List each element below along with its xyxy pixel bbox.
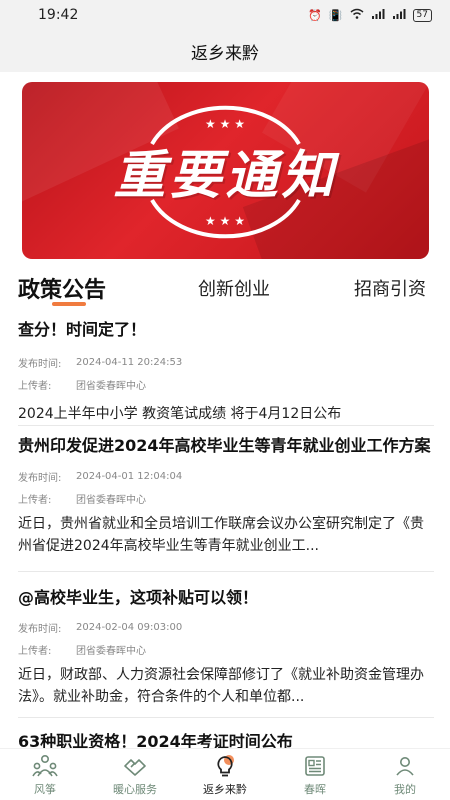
page-title: 返乡来黔 bbox=[191, 43, 259, 64]
nav-label: 暖心服务 bbox=[113, 782, 157, 796]
banner-stars: ★ ★ ★ bbox=[205, 214, 245, 228]
status-bar: 19:42 ⏰ 📳 57 bbox=[0, 0, 450, 30]
uploader-row: 上传者: 团省委春晖中心 bbox=[18, 487, 434, 509]
lightbulb-icon bbox=[212, 753, 238, 779]
publish-time-label: 发布时间: bbox=[18, 358, 62, 370]
publish-time-label: 发布时间: bbox=[18, 472, 62, 484]
publish-time-value: 2024-04-11 20:24:53 bbox=[76, 356, 183, 368]
news-title: 贵州印发促进2024年高校毕业生等青年就业创业工作方案 bbox=[18, 436, 431, 455]
nav-item-mine[interactable]: 我的 bbox=[360, 749, 450, 800]
nav-item-kite[interactable]: 风筝 bbox=[0, 749, 90, 800]
nav-item-warm-service[interactable]: 暖心服务 bbox=[90, 749, 180, 800]
news-item[interactable]: 贵州印发促进2024年高校毕业生等青年就业创业工作方案 发布时间: 2024-0… bbox=[18, 426, 434, 572]
news-summary: 2024上半年中小学 教资笔试成绩 将于4月12日公布 bbox=[18, 406, 342, 422]
notice-banner[interactable]: ★ ★ ★ ★ ★ ★ 重要通知 bbox=[22, 82, 429, 259]
news-list: 查分！时间定了！ 发布时间: 2024-04-11 20:24:53 上传者: … bbox=[0, 312, 450, 768]
alarm-icon: ⏰ bbox=[308, 8, 322, 22]
news-title: 查分！时间定了！ bbox=[18, 320, 147, 339]
news-item[interactable]: @高校毕业生，这项补贴可以领！ 发布时间: 2024-02-04 09:03:0… bbox=[18, 572, 434, 718]
uploader-row: 上传者: 团省委春晖中心 bbox=[18, 373, 434, 395]
news-title: @高校毕业生，这项补贴可以领！ bbox=[18, 588, 259, 607]
uploader-label: 上传者: bbox=[18, 380, 52, 392]
news-summary: 近日，贵州省就业和全员培训工作联席会议办公室研究制定了《贵州省促进2024年高校… bbox=[18, 516, 424, 554]
uploader-row: 上传者: 团省委春晖中心 bbox=[18, 638, 434, 660]
publish-time-label: 发布时间: bbox=[18, 623, 62, 635]
uploader-label: 上传者: bbox=[18, 494, 52, 506]
publish-time-value: 2024-04-01 12:04:04 bbox=[76, 470, 183, 482]
banner-headline: 重要通知 bbox=[113, 145, 338, 206]
nav-label: 风筝 bbox=[34, 782, 56, 796]
wifi-icon bbox=[350, 8, 364, 22]
active-tab-indicator bbox=[52, 302, 86, 306]
nav-label: 返乡来黔 bbox=[203, 782, 247, 796]
uploader-value: 团省委春晖中心 bbox=[76, 645, 146, 657]
kite-people-icon bbox=[32, 753, 58, 779]
publish-time-row: 发布时间: 2024-04-11 20:24:53 bbox=[18, 351, 434, 373]
vibrate-icon: 📳 bbox=[328, 8, 343, 22]
status-time: 19:42 bbox=[38, 7, 79, 23]
person-icon bbox=[392, 753, 418, 779]
signal-icon bbox=[392, 8, 406, 22]
category-tabs: 政策公告 创新创业 招商引资 bbox=[0, 268, 450, 308]
newspaper-icon bbox=[302, 753, 328, 779]
uploader-value: 团省委春晖中心 bbox=[76, 494, 146, 506]
publish-time-value: 2024-02-04 09:03:00 bbox=[76, 621, 183, 633]
nav-label: 我的 bbox=[394, 782, 416, 796]
status-icons: ⏰ 📳 57 bbox=[308, 8, 432, 22]
bottom-navigation: 风筝 暖心服务 返乡来黔 春晖 我的 bbox=[0, 748, 450, 800]
banner-stars: ★ ★ ★ bbox=[205, 117, 245, 131]
publish-time-row: 发布时间: 2024-04-01 12:04:04 bbox=[18, 465, 434, 487]
tab-innovation-entrepreneurship[interactable]: 创新创业 bbox=[198, 268, 270, 308]
signal-icon bbox=[371, 8, 385, 22]
news-item[interactable]: 查分！时间定了！ 发布时间: 2024-04-11 20:24:53 上传者: … bbox=[18, 312, 434, 426]
tab-investment-promotion[interactable]: 招商引资 bbox=[354, 268, 426, 308]
news-summary: 近日，财政部、人力资源社会保障部修订了《就业补助资金管理办法》。就业补助金，符合… bbox=[18, 667, 424, 705]
handshake-icon bbox=[122, 753, 148, 779]
nav-item-chunhui[interactable]: 春晖 bbox=[270, 749, 360, 800]
nav-item-return-home[interactable]: 返乡来黔 bbox=[180, 749, 270, 800]
app-header: 返乡来黔 bbox=[0, 30, 450, 72]
publish-time-row: 发布时间: 2024-02-04 09:03:00 bbox=[18, 616, 434, 638]
uploader-label: 上传者: bbox=[18, 645, 52, 657]
nav-label: 春晖 bbox=[304, 782, 326, 796]
uploader-value: 团省委春晖中心 bbox=[76, 380, 146, 392]
battery-indicator: 57 bbox=[412, 8, 432, 22]
